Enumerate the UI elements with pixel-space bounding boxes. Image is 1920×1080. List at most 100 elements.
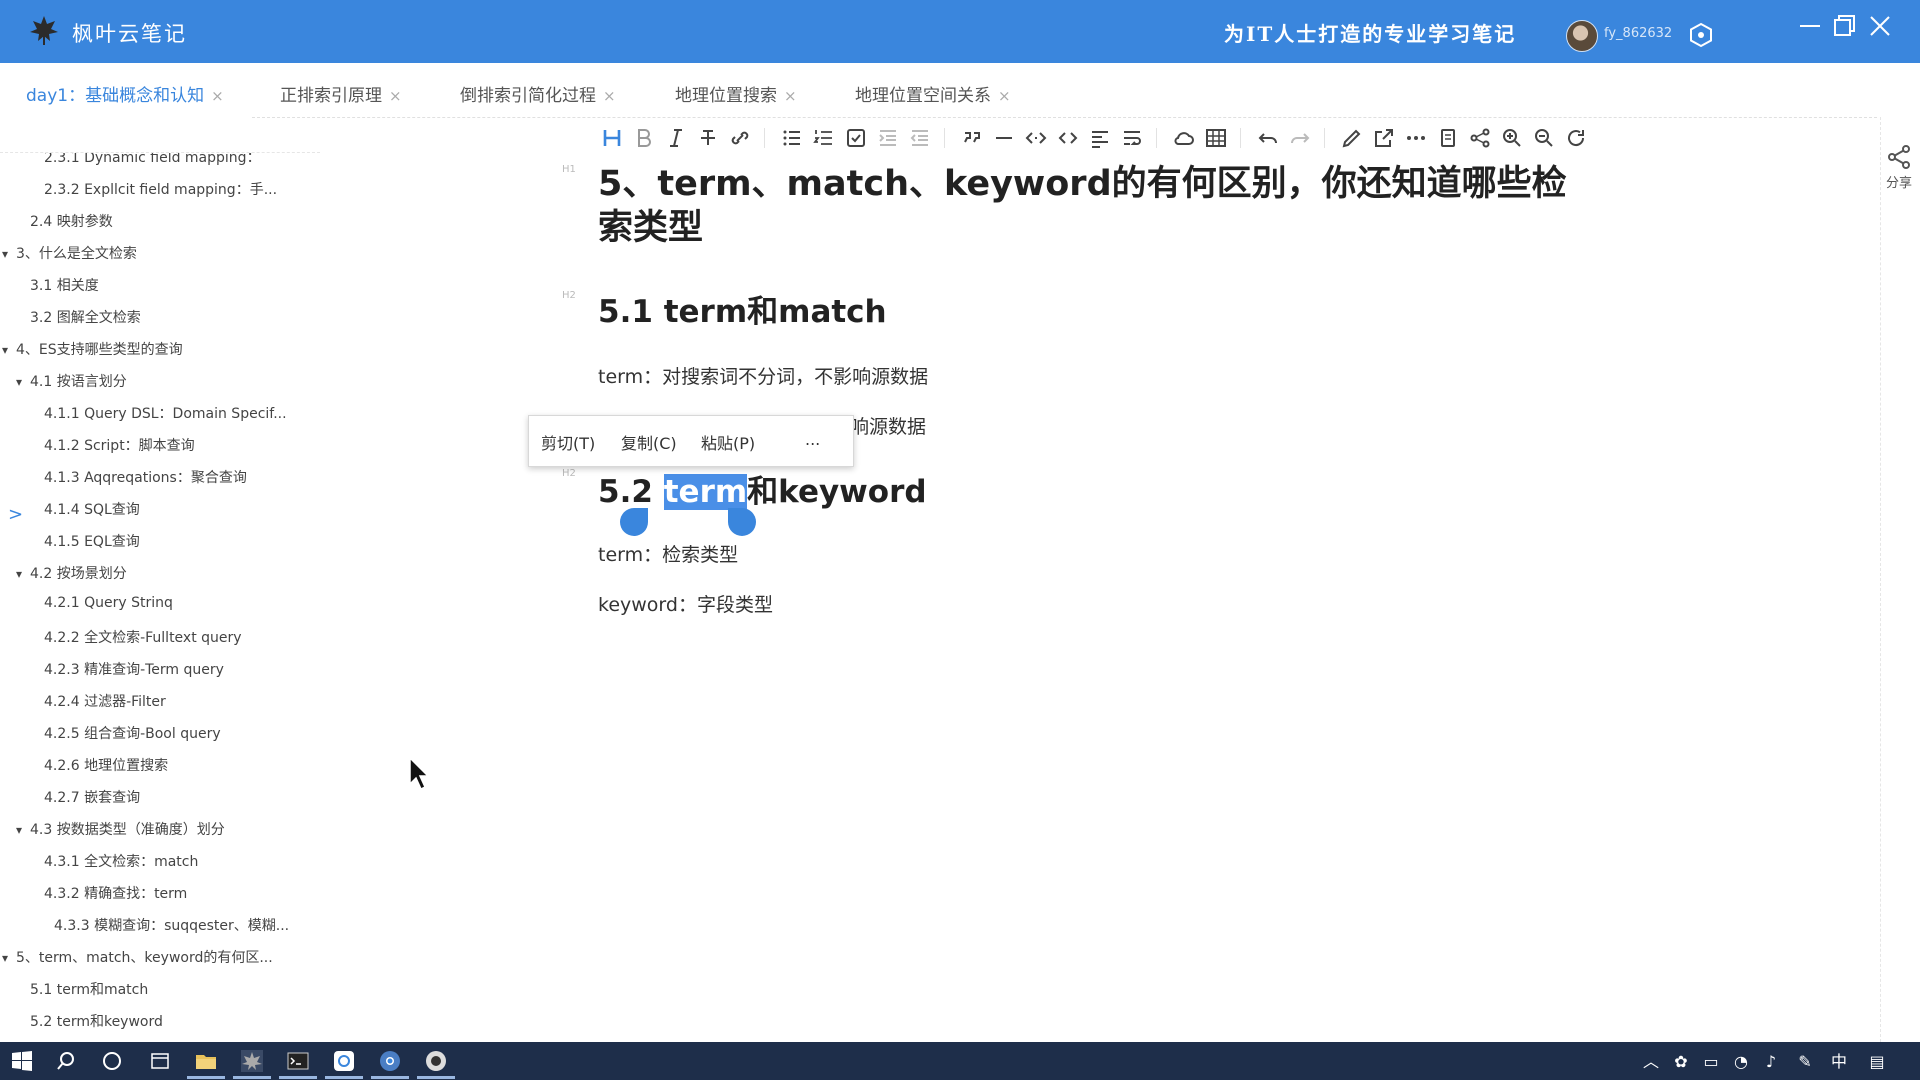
chevron-down-icon[interactable]: ▾ <box>2 247 16 261</box>
export-icon[interactable] <box>1436 126 1460 150</box>
tab-forward-index[interactable]: 正排索引原理 × <box>280 81 402 106</box>
outline-item[interactable]: ▾ 4.1 按语言划分 <box>16 371 127 391</box>
chevron-down-icon[interactable]: ▾ <box>2 951 16 965</box>
selection-start-handle[interactable] <box>620 508 648 536</box>
paragraph-term-type[interactable]: term：检索类型 <box>598 540 738 567</box>
quote-icon[interactable] <box>960 126 984 150</box>
outline-item[interactable]: 2.3.2 Expllcit field mapping：手... <box>44 179 277 199</box>
inline-code-icon[interactable] <box>1024 126 1048 150</box>
battery-icon[interactable]: ▭ <box>1700 1051 1722 1073</box>
outline-item[interactable]: 4.2.7 嵌套查询 <box>44 787 140 807</box>
minimize-icon[interactable] <box>1796 12 1824 40</box>
mindmap-icon[interactable] <box>1468 126 1492 150</box>
file-explorer-icon[interactable] <box>194 1049 218 1073</box>
tab-inverted-index[interactable]: 倒排索引简化过程 × <box>460 81 616 106</box>
outline-item[interactable]: 4.2.2 全文检索-Fulltext query <box>44 627 242 647</box>
outline-item[interactable]: 4.2.5 组合查询-Bool query <box>44 723 221 743</box>
bullet-list-icon[interactable] <box>780 126 804 150</box>
outline-item[interactable]: 4.3.1 全文检索：match <box>44 851 198 871</box>
table-icon[interactable] <box>1204 126 1228 150</box>
outline-item[interactable]: 4.2.4 过滤器-Filter <box>44 691 166 711</box>
outline-item[interactable]: 4.2.6 地理位置搜索 <box>44 755 168 775</box>
heading-2-term-match[interactable]: 5.1 term和match <box>598 286 887 331</box>
tab-close-icon[interactable]: × <box>603 87 616 105</box>
tray-chevron-up-icon[interactable]: ︿ <box>1640 1051 1662 1073</box>
tab-close-icon[interactable]: × <box>784 87 797 105</box>
cortana-icon[interactable] <box>100 1049 124 1073</box>
editor-content[interactable]: H1 5、term、match、keyword的有何区别，你还知道哪些检索类型 … <box>560 152 1600 1042</box>
windows-start-icon[interactable] <box>10 1049 34 1073</box>
outline-item[interactable]: 3.1 相关度 <box>30 275 99 295</box>
outline-item[interactable]: ▾ 5、term、match、keyword的有何区... <box>2 947 273 967</box>
menu-item-paste[interactable]: 粘贴(P) <box>701 430 755 454</box>
chevron-down-icon[interactable]: ▾ <box>2 343 16 357</box>
undo-icon[interactable] <box>1256 126 1280 150</box>
paragraph-keyword-type[interactable]: keyword：字段类型 <box>598 590 773 617</box>
maple-notes-taskbar-icon[interactable] <box>240 1049 264 1073</box>
zoom-in-icon[interactable] <box>1500 126 1524 150</box>
tray-app-icon[interactable]: ✿ <box>1670 1051 1692 1073</box>
tab-close-icon[interactable]: × <box>389 87 402 105</box>
paragraph-match-desc[interactable]: 响源数据 <box>850 412 926 439</box>
share-icon[interactable] <box>1884 142 1914 172</box>
selected-text[interactable]: term <box>663 474 748 510</box>
task-list-icon[interactable] <box>844 126 868 150</box>
outline-item[interactable]: ▾ 4、ES支持哪些类型的查询 <box>2 339 183 359</box>
ordered-list-icon[interactable] <box>812 126 836 150</box>
heading-icon[interactable] <box>600 126 624 150</box>
tab-close-icon[interactable]: × <box>998 87 1011 105</box>
outline-item[interactable]: 5.1 term和match <box>30 979 148 999</box>
hr-icon[interactable] <box>992 126 1016 150</box>
paragraph-term-desc[interactable]: term：对搜索词不分词，不影响源数据 <box>598 362 928 389</box>
outline-item[interactable]: 4.1.2 Script：脚本查询 <box>44 435 195 455</box>
outline-item[interactable]: 4.2.3 精准查询-Term query <box>44 659 224 679</box>
outline-item[interactable]: ▾ 3、什么是全文检索 <box>2 243 137 263</box>
tab-geo-spatial[interactable]: 地理位置空间关系 × <box>855 81 1011 106</box>
ime-indicator[interactable]: 中 <box>1828 1051 1850 1073</box>
hexagon-settings-icon[interactable] <box>1688 22 1714 48</box>
outdent-icon[interactable] <box>908 126 932 150</box>
italic-icon[interactable] <box>664 126 688 150</box>
heading-2-term-keyword[interactable]: 5.2 term和keyword <box>598 466 927 511</box>
outline-item[interactable]: 4.1.5 EQL查询 <box>44 531 140 551</box>
share-label[interactable]: 分享 <box>1886 172 1912 191</box>
align-icon[interactable] <box>1088 126 1112 150</box>
link-icon[interactable] <box>728 126 752 150</box>
redo-icon[interactable] <box>1288 126 1312 150</box>
zoom-out-icon[interactable] <box>1532 126 1556 150</box>
outline-item[interactable]: ▾ 4.2 按场景划分 <box>16 563 127 583</box>
restore-icon[interactable] <box>1830 12 1858 40</box>
chevron-down-icon[interactable]: ▾ <box>16 823 30 837</box>
username[interactable]: fy_862632 <box>1604 26 1672 41</box>
chevron-right-icon[interactable]: > <box>8 504 23 525</box>
outline-item[interactable]: 2.4 映射参数 <box>30 211 113 231</box>
outline-item[interactable]: 4.1.1 Query DSL：Domain Specif... <box>44 403 287 423</box>
indent-icon[interactable] <box>876 126 900 150</box>
selection-end-handle[interactable] <box>728 508 756 536</box>
outline-item[interactable]: 4.3.3 模糊查询：suqqester、模糊... <box>54 915 289 935</box>
close-window-icon[interactable] <box>1866 12 1894 40</box>
cloud-icon[interactable] <box>1172 126 1196 150</box>
more-icon[interactable] <box>1404 126 1428 150</box>
outline-item[interactable]: 4.3.2 精确查找：term <box>44 883 187 903</box>
outline-item[interactable]: 4.1.4 SQL查询 <box>44 499 140 519</box>
task-view-icon[interactable] <box>148 1049 172 1073</box>
tab-geo-search[interactable]: 地理位置搜索 × <box>675 81 797 106</box>
wrap-icon[interactable] <box>1120 126 1144 150</box>
app-icon[interactable] <box>332 1049 356 1073</box>
refresh-icon[interactable] <box>1564 126 1588 150</box>
chevron-down-icon[interactable]: ▾ <box>16 567 30 581</box>
strikethrough-icon[interactable] <box>696 126 720 150</box>
chevron-down-icon[interactable]: ▾ <box>16 375 30 389</box>
network-icon[interactable]: ◔ <box>1730 1051 1752 1073</box>
outline-item[interactable]: ▾ 4.3 按数据类型（准确度）划分 <box>16 819 225 839</box>
notification-icon[interactable]: ▤ <box>1866 1051 1888 1073</box>
outline-item[interactable]: 2.3.1 Dynamic field mapping： <box>44 153 261 167</box>
code-block-icon[interactable] <box>1056 126 1080 150</box>
chrome-icon[interactable] <box>378 1049 402 1073</box>
outline-item[interactable]: 3.2 图解全文检索 <box>30 307 141 327</box>
bold-icon[interactable] <box>632 126 656 150</box>
avatar[interactable] <box>1566 20 1598 52</box>
menu-item-more[interactable]: ... <box>805 430 820 449</box>
outline-item[interactable]: 4.2.1 Query Strinq <box>44 595 173 611</box>
